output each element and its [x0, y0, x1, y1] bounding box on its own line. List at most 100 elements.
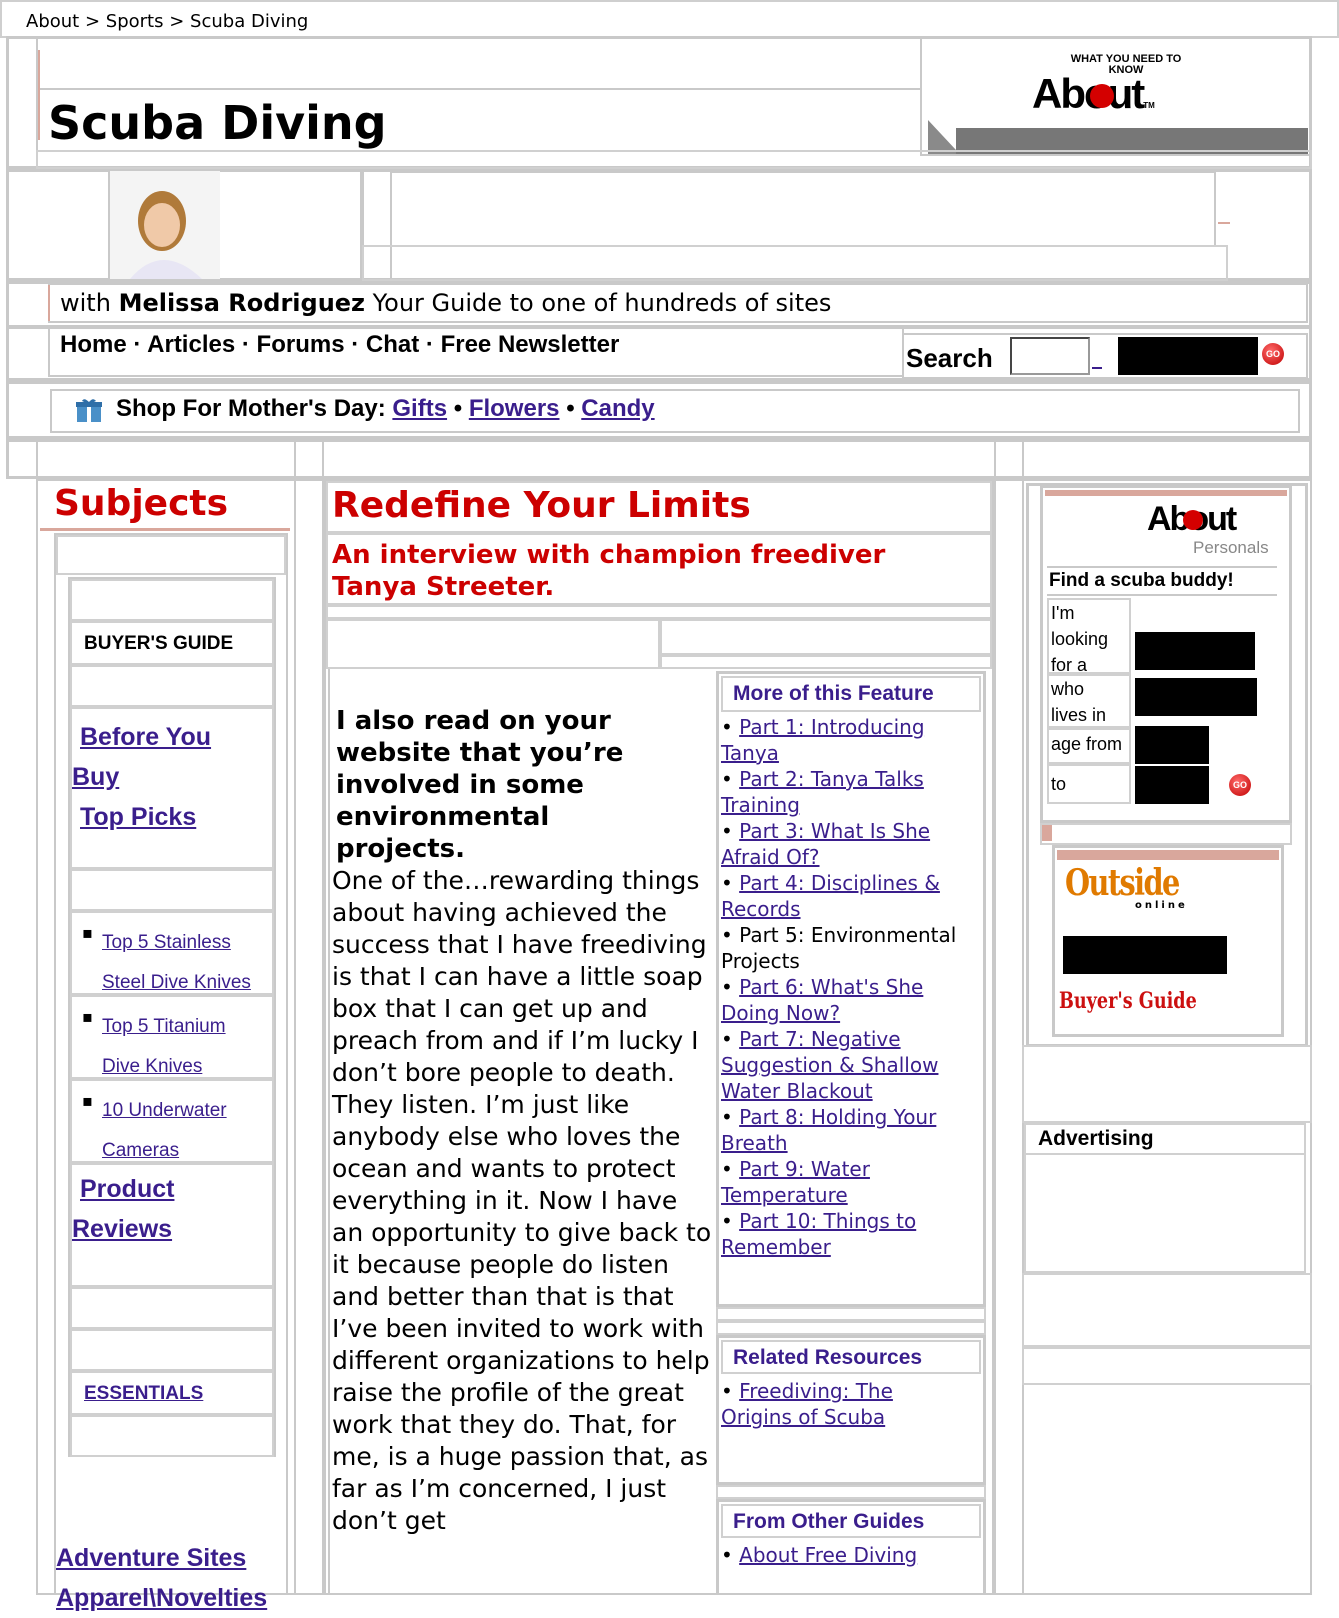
nav-sep: ·	[241, 331, 250, 358]
page-title: Scuba Diving	[48, 96, 387, 150]
other-link[interactable]: About Free Diving	[739, 1543, 917, 1567]
age-from-select[interactable]	[1135, 726, 1209, 764]
bg-spacer-5	[70, 1329, 274, 1371]
feature-bullet: •	[721, 1105, 740, 1129]
lives-in-select[interactable]	[1135, 678, 1257, 716]
header-bottom-strip	[36, 150, 1312, 169]
feature-part-link[interactable]: Part 2: Tanya Talks Training	[721, 767, 924, 817]
personals-box: About Personals Find a scuba buddy! I'm …	[1040, 485, 1292, 823]
feature-part-item: • Part 1: Introducing Tanya	[721, 714, 977, 766]
right-spacer	[1022, 1045, 1312, 1123]
breadcrumb-about[interactable]: About	[26, 11, 79, 32]
apparel-link[interactable]: Apparel\Novelties	[56, 1584, 267, 1612]
top-picks-link[interactable]: Top Picks	[80, 803, 196, 831]
outside-box: Outside online Buyer's Guide	[1052, 845, 1284, 1037]
article-spacer-r	[660, 619, 992, 655]
article-spacer-r2	[660, 655, 992, 669]
about-logo-text: About	[1032, 70, 1145, 117]
personals-go-button[interactable]: GO	[1229, 774, 1251, 796]
shop-gifts-link[interactable]: Gifts	[392, 395, 447, 422]
feature-part-link[interactable]: Part 6: What's She Doing Now?	[721, 975, 923, 1025]
nav-home[interactable]: Home	[60, 331, 127, 358]
feature-bullet: •	[721, 1209, 740, 1233]
essentials-cell: ESSENTIALS	[70, 1371, 274, 1415]
right-spacer-3	[1022, 1347, 1312, 1385]
shop-label: Shop For Mother's Day:	[116, 395, 386, 422]
pick-bullet: ▪	[82, 923, 93, 942]
guide-photo-cell	[108, 169, 362, 281]
pick-link-3[interactable]: 10 Underwater Cameras	[102, 1091, 252, 1171]
breadcrumb-sep: >	[84, 11, 101, 32]
age-to-cell: to	[1047, 764, 1131, 804]
related-link[interactable]: Freediving: The Origins of Scuba	[721, 1379, 893, 1429]
lives-cell: who lives in	[1047, 674, 1131, 728]
pick-row-2: ▪ Top 5 Titanium Dive Knives	[70, 995, 274, 1079]
product-reviews-cell: Product Reviews	[70, 1163, 274, 1287]
breadcrumb-bar: About > Sports > Scuba Diving	[0, 0, 1339, 38]
search-input[interactable]	[1010, 337, 1090, 375]
adventure-sites-link[interactable]: Adventure Sites	[56, 1544, 246, 1572]
pick-link-2[interactable]: Top 5 Titanium Dive Knives	[102, 1007, 252, 1087]
advertising-heading-cell: Advertising	[1024, 1123, 1306, 1155]
feature-part-link[interactable]: Part 7: Negative Suggestion & Shallow Wa…	[721, 1027, 938, 1103]
shop-flowers-link[interactable]: Flowers	[469, 395, 560, 422]
feature-part-link[interactable]: Part 1: Introducing Tanya	[721, 715, 925, 765]
feature-part-link[interactable]: Part 8: Holding Your Breath	[721, 1105, 936, 1155]
article-title-cell: Redefine Your Limits	[326, 481, 992, 533]
right-spacer-2	[1022, 1273, 1312, 1347]
feature-bullet: •	[721, 819, 740, 843]
nav-newsletter[interactable]: Free Newsletter	[441, 331, 620, 358]
logo-tm: TM	[1143, 101, 1155, 110]
search-category-select[interactable]	[1118, 337, 1258, 375]
outside-buyers-guide[interactable]: Buyer's Guide	[1059, 988, 1197, 1014]
guide-photo	[110, 171, 220, 279]
feature-part-link[interactable]: Part 10: Things to Remember	[721, 1209, 916, 1259]
feature-part-link[interactable]: Part 3: What Is She Afraid Of?	[721, 819, 930, 869]
more-links: Adventure Sites Apparel\Novelties	[56, 1538, 286, 1618]
nav-sep: ·	[425, 331, 434, 358]
outside-select[interactable]	[1063, 936, 1227, 974]
nav-articles[interactable]: Articles	[147, 331, 235, 358]
other-heading: From Other Guides	[733, 1510, 925, 1533]
logo-swoosh	[928, 120, 1308, 154]
nav-forums[interactable]: Forums	[257, 331, 345, 358]
breadcrumb-sports[interactable]: Sports	[106, 11, 164, 32]
guide-name[interactable]: Melissa Rodriguez	[119, 289, 365, 317]
pick-link-1[interactable]: Top 5 Stainless Steel Dive Knives	[102, 923, 272, 1003]
age-from-cell: age from	[1047, 728, 1131, 764]
shop-candy-link[interactable]: Candy	[581, 395, 654, 422]
buyers-guide-cell: BUYER'S GUIDE	[70, 621, 274, 665]
feature-bullet: •	[721, 923, 740, 947]
gift-icon	[76, 399, 102, 422]
age-to-label: to	[1051, 774, 1067, 794]
right-gutter	[994, 479, 1024, 1595]
reviews-wrap: Product Reviews	[72, 1169, 232, 1249]
feature-part-link[interactable]: Part 4: Disciplines & Records	[721, 871, 940, 921]
feature-part-link[interactable]: Part 9: Water Temperature	[721, 1157, 870, 1207]
breadcrumb-scuba[interactable]: Scuba Diving	[190, 11, 308, 32]
feature-part-item: • Part 8: Holding Your Breath	[721, 1104, 977, 1156]
subjects-heading: Subjects	[54, 483, 229, 524]
guide-line: with Melissa Rodriguez Your Guide to one…	[60, 289, 831, 317]
search-go-button[interactable]: GO	[1262, 343, 1284, 365]
related-spacer	[716, 1485, 986, 1499]
age-to-select[interactable]	[1135, 766, 1209, 804]
essentials-link[interactable]: ESSENTIALS	[84, 1383, 203, 1405]
personals-logo-dot-icon	[1183, 510, 1203, 530]
looking-label: I'm looking for a	[1051, 603, 1109, 675]
feature-bullet: •	[721, 1157, 740, 1181]
product-reviews-link[interactable]: Product Reviews	[72, 1175, 174, 1243]
buyers-guide-label: BUYER'S GUIDE	[84, 633, 234, 654]
outside-logo[interactable]: Outside	[1065, 862, 1180, 904]
gutter-top-right	[994, 439, 1024, 479]
feature-part-item: • Part 5: Environmental Projects	[721, 922, 977, 974]
looking-for-select[interactable]	[1135, 632, 1255, 670]
subjects-spacer	[56, 535, 286, 575]
breadcrumb-sep: >	[169, 11, 185, 32]
nav-chat[interactable]: Chat	[366, 331, 419, 358]
related-box: Related Resources • Freediving: The Orig…	[716, 1335, 986, 1485]
article-question: I also read on your website that you’re …	[336, 706, 624, 864]
before-you-buy-link[interactable]: Before You Buy	[72, 723, 211, 791]
shop-cell: Shop For Mother's Day: Gifts • Flowers •…	[50, 389, 1300, 433]
about-logo-cell[interactable]: WHAT YOU NEED TO KNOW AboutTM	[920, 36, 1312, 156]
